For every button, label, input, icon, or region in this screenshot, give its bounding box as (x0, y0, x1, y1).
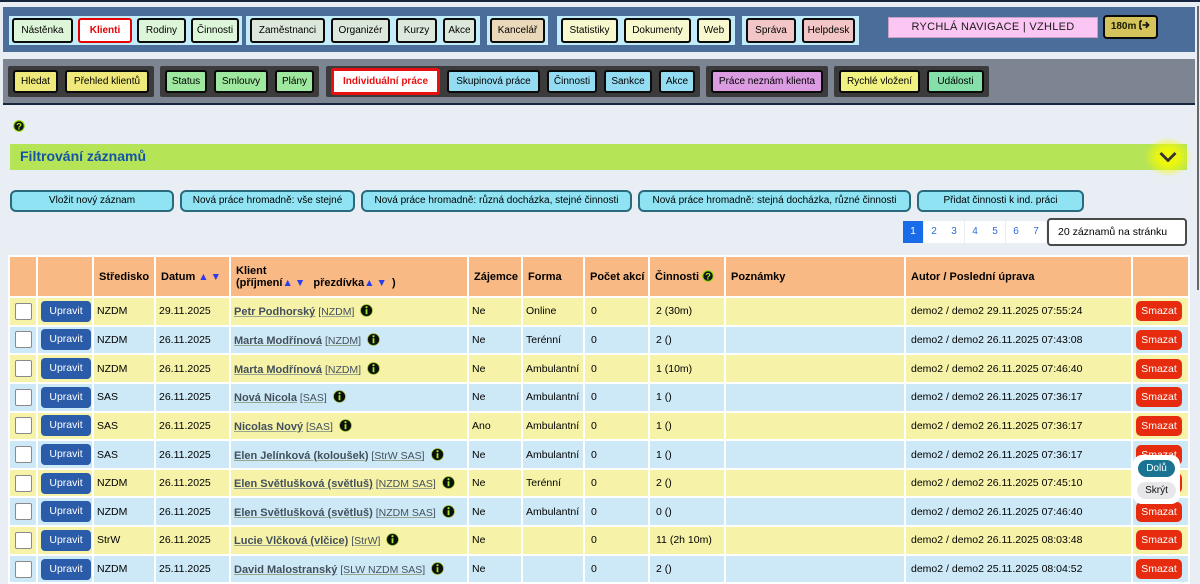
svg-text:?: ? (16, 121, 22, 132)
svg-text:?: ? (705, 271, 711, 282)
